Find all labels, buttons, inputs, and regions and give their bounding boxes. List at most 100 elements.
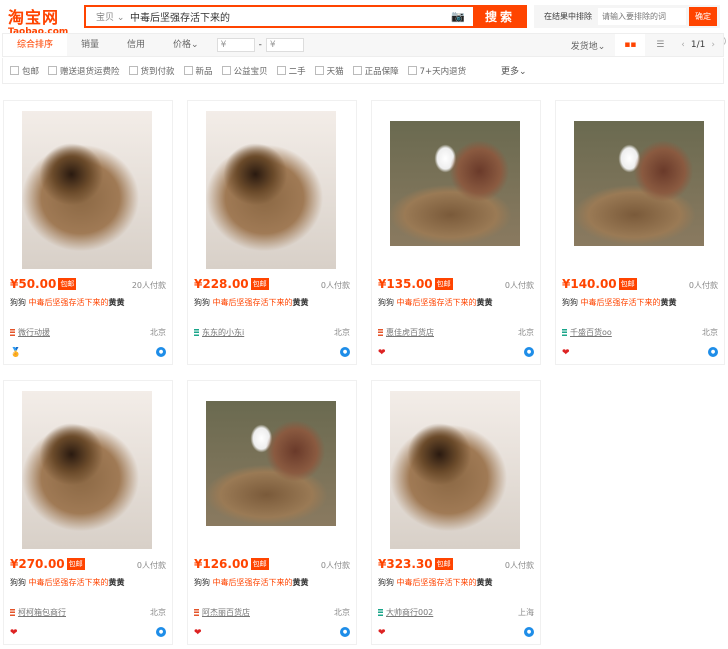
wangwang-chat-icon[interactable]: ● [156, 347, 166, 357]
title-suffix: 黄黄 [292, 298, 309, 307]
checkbox-icon[interactable] [48, 66, 58, 75]
wangwang-chat-icon[interactable]: ● [708, 347, 718, 357]
next-page-icon[interactable]: › [711, 40, 715, 50]
sort-credit[interactable]: 信用 [113, 34, 159, 56]
checkbox-icon[interactable] [276, 66, 286, 75]
checkbox-icon[interactable] [128, 66, 138, 75]
price-min-input[interactable]: ¥ [216, 38, 255, 52]
exclude-input[interactable] [598, 8, 686, 25]
sort-sales[interactable]: 销量 [67, 34, 113, 56]
seller-badge-icon[interactable]: ❤ [194, 628, 202, 638]
product-image[interactable] [206, 391, 336, 549]
seller-badge-icon[interactable]: ❤ [378, 628, 386, 638]
list-view-icon[interactable]: ☰ [645, 34, 675, 56]
product-title[interactable]: 狗狗 中毒后坚强存活下来的黄黄 [378, 577, 493, 588]
filter-checkbox[interactable]: 货到付款 [128, 65, 175, 77]
seller-badge-icon[interactable]: 🏅 [10, 348, 21, 358]
filter-label: 公益宝贝 [233, 66, 268, 77]
free-shipping-tag: 包邮 [250, 278, 269, 290]
sort-default[interactable]: 综合排序 [3, 34, 68, 56]
product-image[interactable] [390, 111, 520, 269]
seller-badge-icon[interactable]: ❤ [10, 628, 18, 638]
product-card[interactable]: ¥323.30 包邮 0人付款 狗狗 中毒后坚强存活下来的黄黄 大帅商行002 上… [371, 380, 541, 645]
shop-link[interactable]: 千盛百货oo [562, 327, 612, 338]
confirm-button[interactable]: 确定 [689, 7, 717, 26]
shop-icon [194, 329, 199, 336]
checkbox-icon[interactable] [314, 66, 324, 75]
product-image[interactable] [22, 391, 152, 549]
filter-checkbox[interactable]: 公益宝贝 [221, 65, 268, 77]
product-card[interactable]: ¥228.00 包邮 0人付款 狗狗 中毒后坚强存活下来的黄黄 东东的小东i 北京… [187, 100, 357, 365]
title-highlight: 中毒后坚强存活下来的 [212, 298, 293, 307]
search-button[interactable]: 搜索 [473, 5, 527, 28]
sort-price[interactable]: 价格⌄ [159, 34, 213, 56]
price-max-input[interactable]: ¥ [265, 38, 304, 52]
filter-label: 天猫 [326, 66, 344, 77]
shop-link[interactable]: 柯柯箱包商行 [10, 607, 66, 618]
shop-icon [194, 609, 199, 616]
filter-checkbox[interactable]: 正品保障 [352, 65, 399, 77]
shop-link[interactable]: 大帅商行002 [378, 607, 433, 618]
product-image[interactable] [206, 111, 336, 269]
filter-label: 二手 [288, 66, 306, 77]
exclude-label: 在结果中排除 [544, 12, 592, 21]
product-title[interactable]: 狗狗 中毒后坚强存活下来的黄黄 [194, 577, 309, 588]
filter-checkbox[interactable]: 天猫 [314, 65, 344, 77]
product-price: ¥140.00 [562, 277, 617, 291]
product-image[interactable] [390, 391, 520, 549]
filter-checkbox[interactable]: 新品 [183, 65, 213, 77]
title-prefix: 狗狗 [378, 578, 397, 587]
camera-icon[interactable]: 📷 [451, 10, 473, 23]
shop-link[interactable]: 惠佳虎百货店 [378, 327, 434, 338]
product-title[interactable]: 狗狗 中毒后坚强存活下来的黄黄 [10, 577, 125, 588]
wangwang-chat-icon[interactable]: ● [340, 347, 350, 357]
shop-name: 千盛百货oo [570, 328, 612, 337]
product-card[interactable]: ¥126.00 包邮 0人付款 狗狗 中毒后坚强存活下来的黄黄 阿杰丽百货店 北京… [187, 380, 357, 645]
checkbox-icon[interactable] [221, 66, 231, 75]
grid-view-icon[interactable]: ▪▪ [615, 34, 646, 56]
product-image[interactable] [22, 111, 152, 269]
product-title[interactable]: 狗狗 中毒后坚强存活下来的黄黄 [10, 297, 125, 308]
price-separator: - [258, 40, 262, 50]
filter-checkbox[interactable]: 二手 [276, 65, 306, 77]
filter-checkbox[interactable]: 赠送退货运费险 [48, 65, 120, 77]
wangwang-chat-icon[interactable]: ● [340, 627, 350, 637]
checkbox-icon[interactable] [352, 66, 362, 75]
title-highlight: 中毒后坚强存活下来的 [28, 298, 109, 307]
wangwang-chat-icon[interactable]: ● [524, 627, 534, 637]
more-filters[interactable]: 更多⌄ [501, 64, 527, 77]
wangwang-chat-icon[interactable]: ● [156, 627, 166, 637]
prev-page-icon[interactable]: ‹ [681, 40, 685, 50]
product-card[interactable]: ¥140.00 包邮 0人付款 狗狗 中毒后坚强存活下来的黄黄 千盛百货oo 北京… [555, 100, 725, 365]
title-highlight: 中毒后坚强存活下来的 [212, 578, 293, 587]
product-title[interactable]: 狗狗 中毒后坚强存活下来的黄黄 [562, 297, 677, 308]
sales-count: 20人付款 [131, 281, 166, 290]
product-title[interactable]: 狗狗 中毒后坚强存活下来的黄黄 [194, 297, 309, 308]
title-highlight: 中毒后坚强存活下来的 [580, 298, 661, 307]
wangwang-chat-icon[interactable]: ● [524, 347, 534, 357]
shop-name: 惠佳虎百货店 [386, 328, 434, 337]
filter-label: 赠送退货运费险 [60, 66, 120, 77]
seller-badge-icon[interactable]: ❤ [562, 348, 570, 358]
product-card[interactable]: ¥135.00 包邮 0人付款 狗狗 中毒后坚强存活下来的黄黄 惠佳虎百货店 北京… [371, 100, 541, 365]
category-select[interactable]: 宝贝 ⌄ [86, 10, 130, 23]
checkbox-icon[interactable] [10, 66, 19, 75]
title-prefix: 狗狗 [194, 298, 213, 307]
checkbox-icon[interactable] [183, 66, 193, 75]
filter-checkbox[interactable]: 7+天内退货 [407, 65, 466, 77]
product-title[interactable]: 狗狗 中毒后坚强存活下来的黄黄 [378, 297, 493, 308]
shop-link[interactable]: 阿杰丽百货店 [194, 607, 250, 618]
product-card[interactable]: ¥270.00 包邮 0人付款 狗狗 中毒后坚强存活下来的黄黄 柯柯箱包商行 北京… [3, 380, 173, 645]
ship-from-select[interactable]: 发货地⌄ [571, 39, 606, 52]
search-input[interactable]: 中毒后坚强存活下来的 [130, 9, 451, 24]
title-suffix: 黄黄 [108, 298, 125, 307]
product-image[interactable] [574, 111, 704, 269]
shop-link[interactable]: 微行动援 [10, 327, 50, 338]
shop-link[interactable]: 东东的小东i [194, 327, 244, 338]
filter-label: 包邮 [22, 66, 40, 77]
sales-count: 0人付款 [320, 281, 350, 290]
product-card[interactable]: ¥50.00 包邮 20人付款 狗狗 中毒后坚强存活下来的黄黄 微行动援 北京 🏅… [3, 100, 173, 365]
seller-badge-icon[interactable]: ❤ [378, 348, 386, 358]
filter-checkbox[interactable]: 包邮 [10, 65, 39, 77]
checkbox-icon[interactable] [407, 66, 417, 75]
